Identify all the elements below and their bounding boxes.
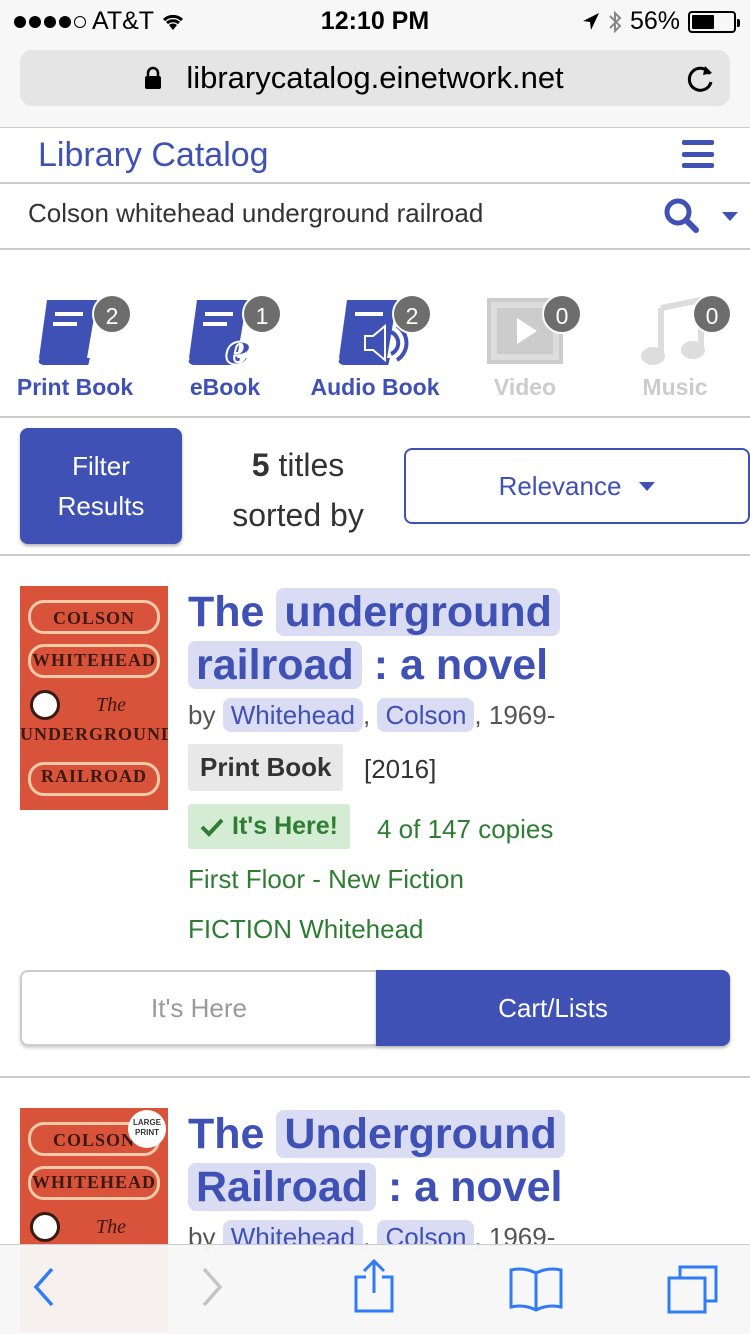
bluetooth-icon [609,10,622,33]
reload-icon[interactable] [686,62,716,94]
back-icon[interactable] [30,1265,60,1309]
format-tab-video: 0 Video [450,292,600,401]
sorted-by-label: sorted by [232,497,364,533]
format-tab-print-book[interactable]: 2 Print Book [0,292,150,401]
tabs-icon[interactable] [666,1265,720,1315]
result-count-number: 5 [251,447,270,483]
format-count-badge: 0 [692,294,732,334]
call-number: FICTION Whitehead [188,914,424,944]
filter-results-button[interactable]: Filter Results [20,428,182,544]
author-last-link[interactable]: Whitehead [222,698,364,732]
bookmarks-icon[interactable] [508,1265,564,1313]
result-card: COLSON WHITEHEAD The UNDERGROUND RAILROA… [0,556,750,1078]
format-label: Audio Book [310,374,440,400]
format-label: Print Book [16,374,134,400]
title-subtitle: : a novel [388,1163,563,1211]
address-bar[interactable]: librarycatalog.einetwork.net [20,50,730,106]
result-count: 5 titles sorted by [198,440,398,540]
cover-text: RAILROAD [40,766,147,786]
format-count-badge: 2 [92,294,132,334]
author-line: by Whitehead, Colson, 1969- [188,698,556,732]
cover-text: UNDERGROUND [20,724,168,744]
browser-address-area: librarycatalog.einetwork.net [0,40,750,128]
title-word-highlight: railroad [188,641,362,689]
cover-text: The [96,1216,126,1238]
author-years: , 1969- [474,700,556,730]
cover-text: COLSON [52,608,136,628]
title-word: The [188,588,265,636]
title-word-highlight: Underground [276,1110,565,1158]
url-text: librarycatalog.einetwork.net [186,60,564,95]
format-tab-ebook[interactable]: e 1 eBook [150,292,300,401]
publication-year: [2016] [364,754,437,784]
cart-lists-button[interactable]: Cart/Lists [376,970,730,1046]
format-tabs: 2 Print Book e 1 eBook 2 Audio Book 0 Vi… [0,250,750,418]
search-options-caret-icon[interactable] [722,212,738,221]
by-label: by [188,700,216,730]
share-icon[interactable] [352,1259,396,1315]
format-count-badge: 0 [542,294,582,334]
format-count-badge: 1 [242,294,282,334]
title-word-highlight: Railroad [188,1163,377,1211]
result-card: COLSON WHITEHEAD The LARGE PRINT The Und… [0,1078,750,1332]
location-arrow-icon [582,12,599,30]
result-title-link[interactable]: The underground railroad : a novel [188,586,728,692]
svg-text:e: e [225,325,252,368]
format-label: eBook [189,374,261,400]
filter-label-line2: Results [57,491,145,521]
format-tab-audio-book[interactable]: 2 Audio Book [300,292,450,401]
cover-text: The [96,694,126,716]
sort-dropdown[interactable]: Relevance [404,448,750,524]
filter-sort-row: Filter Results 5 titles sorted by Relevan… [0,418,750,556]
filter-label-line1: Filter [72,451,130,481]
sort-value: Relevance [498,470,622,501]
browser-toolbar [0,1244,750,1334]
format-label: Video [493,374,557,400]
book-cover-image[interactable]: COLSON WHITEHEAD The UNDERGROUND RAILROA… [20,586,168,810]
title-word-highlight: underground [276,588,560,636]
result-actions: It's Here Cart/Lists [20,970,730,1046]
result-count-suffix: titles [278,447,345,483]
result-title-link[interactable]: The Underground Railroad : a novel [188,1108,728,1214]
copies-count: 4 of 147 copies [377,814,554,844]
search-input[interactable] [28,198,628,229]
cover-text: WHITEHEAD [31,1172,157,1192]
search-row [0,184,750,250]
battery-percent: 56% [629,7,680,35]
large-print-badge: LARGE PRINT [128,1110,166,1148]
cover-text: WHITEHEAD [31,650,157,670]
its-here-button[interactable]: It's Here [20,970,376,1046]
format-tab-music: 0 Music [600,292,750,401]
author-first-link[interactable]: Colson [377,698,475,732]
title-word: The [188,1110,265,1158]
hamburger-menu-icon[interactable] [682,140,714,168]
status-bar: AT&T 12:10 PM 56% [0,0,750,40]
status-right: 56% [582,7,740,36]
app-header: Library Catalog [0,128,750,184]
chevron-down-icon [639,481,656,491]
battery-icon [688,10,740,33]
availability-badge: It's Here! [188,804,350,849]
app-title[interactable]: Library Catalog [38,136,269,175]
shelf-location: First Floor - New Fiction [188,864,464,894]
availability-text: It's Here! [232,812,338,840]
format-tag: Print Book [188,744,344,791]
search-icon[interactable] [664,198,700,234]
title-subtitle: : a novel [373,641,549,689]
checkmark-icon [200,818,224,837]
format-label: Music [642,374,708,400]
forward-icon[interactable] [196,1265,226,1309]
format-count-badge: 2 [392,294,432,334]
